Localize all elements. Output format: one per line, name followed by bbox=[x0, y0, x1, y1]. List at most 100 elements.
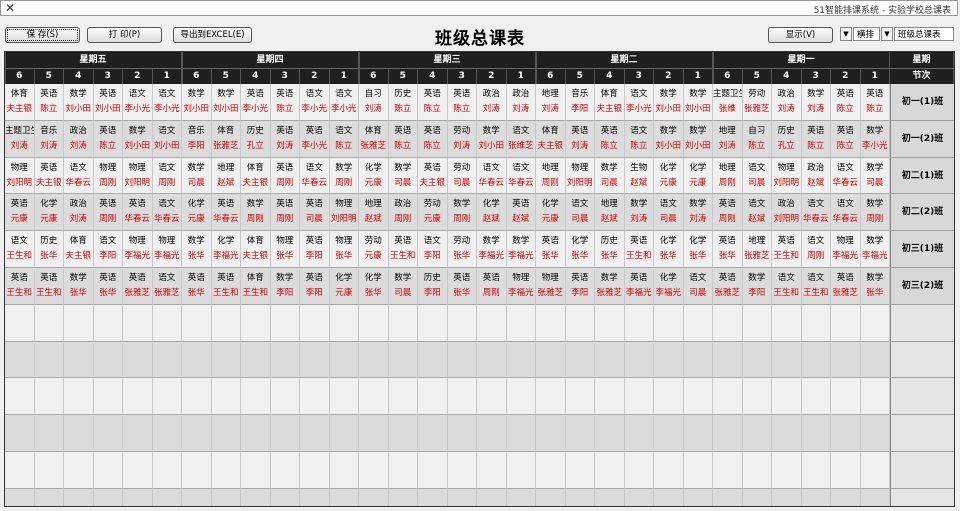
timetable-cell[interactable]: 语文 李阳 bbox=[93, 231, 123, 268]
timetable-cell[interactable]: 英语 陈立 bbox=[447, 84, 477, 121]
timetable-cell[interactable]: 地理 周刚 bbox=[713, 157, 743, 195]
class-row-header[interactable]: 初三(1)班 bbox=[890, 231, 954, 268]
timetable-cell[interactable]: 语文 华春云 bbox=[831, 194, 861, 232]
timetable-cell[interactable]: 语文 华春云 bbox=[152, 194, 182, 232]
timetable-cell[interactable] bbox=[388, 304, 418, 342]
timetable-cell[interactable] bbox=[34, 488, 64, 506]
timetable-cell[interactable]: 政治 刘涛 bbox=[477, 84, 507, 121]
timetable-cell[interactable]: 英语 周刚 bbox=[93, 194, 123, 232]
timetable-cell[interactable]: 语文 赵斌 bbox=[742, 194, 772, 232]
timetable-cell[interactable]: 地理 赵斌 bbox=[595, 194, 625, 232]
timetable-cell[interactable]: 英语 陈立 bbox=[388, 120, 418, 158]
timetable-cell[interactable]: 物理 李福光 bbox=[152, 231, 182, 268]
timetable-cell[interactable]: 英语 张雅芝 bbox=[831, 268, 861, 305]
timetable-cell[interactable]: 数学 刘小田 bbox=[654, 84, 684, 121]
class-row-header[interactable] bbox=[890, 488, 954, 506]
timetable-cell[interactable] bbox=[595, 304, 625, 342]
timetable-cell[interactable] bbox=[64, 452, 94, 489]
timetable-cell[interactable]: 英语 李福光 bbox=[624, 268, 654, 305]
timetable-cell[interactable]: 数学 刘涛 bbox=[801, 84, 831, 121]
chevron-down-icon[interactable]: ▼ bbox=[881, 27, 893, 41]
timetable-cell[interactable]: 语文 王生和 bbox=[801, 268, 831, 305]
timetable-cell[interactable]: 化学 元康 bbox=[182, 194, 212, 232]
timetable-cell[interactable] bbox=[5, 341, 35, 379]
timetable-cell[interactable]: 语文 周刚 bbox=[801, 231, 831, 268]
class-row-header[interactable]: 初二(1)班 bbox=[890, 157, 954, 195]
timetable-cell[interactable] bbox=[713, 378, 743, 416]
timetable-cell[interactable] bbox=[388, 452, 418, 489]
timetable-cell[interactable]: 语文 张维芝 bbox=[506, 120, 536, 158]
timetable-cell[interactable]: 物理 李福光 bbox=[506, 268, 536, 305]
timetable-cell[interactable]: 英语 周刚 bbox=[270, 194, 300, 232]
timetable-cell[interactable]: 英语 张华 bbox=[536, 231, 566, 268]
timetable-cell[interactable]: 语文 李小光 bbox=[624, 84, 654, 121]
layout-select[interactable]: 横排 bbox=[853, 27, 880, 41]
timetable-cell[interactable]: 体育 夫主银 bbox=[241, 231, 271, 268]
timetable-cell[interactable]: 化学 李福光 bbox=[654, 268, 684, 305]
timetable-cell[interactable]: 劳动 元康 bbox=[359, 231, 389, 268]
timetable-cell[interactable] bbox=[211, 378, 241, 416]
timetable-cell[interactable] bbox=[329, 378, 359, 416]
timetable-cell[interactable]: 语文 王生和 bbox=[5, 231, 35, 268]
timetable-cell[interactable]: 数学 司晨 bbox=[595, 157, 625, 195]
timetable-cell[interactable] bbox=[123, 378, 153, 416]
timetable-cell[interactable] bbox=[270, 378, 300, 416]
timetable-cell[interactable] bbox=[241, 341, 271, 379]
timetable-cell[interactable] bbox=[418, 341, 448, 379]
timetable-cell[interactable]: 语文 华春云 bbox=[506, 157, 536, 195]
timetable-cell[interactable]: 英语 李小光 bbox=[300, 120, 330, 158]
show-button[interactable]: 显示(V) bbox=[768, 27, 833, 43]
timetable-cell[interactable]: 政治 刘涛 bbox=[64, 120, 94, 158]
timetable-cell[interactable]: 英语 王生和 bbox=[5, 268, 35, 305]
timetable-cell[interactable] bbox=[241, 488, 271, 506]
timetable-cell[interactable]: 历史 孔立 bbox=[772, 120, 802, 158]
timetable-cell[interactable] bbox=[64, 415, 94, 452]
timetable-cell[interactable] bbox=[772, 341, 802, 379]
timetable-cell[interactable] bbox=[654, 341, 684, 379]
timetable-cell[interactable]: 政治 刘涛 bbox=[772, 84, 802, 121]
timetable-cell[interactable] bbox=[801, 452, 831, 489]
timetable-cell[interactable]: 体育 张雅芝 bbox=[211, 120, 241, 158]
timetable-cell[interactable] bbox=[742, 452, 772, 489]
timetable-cell[interactable]: 物理 李福光 bbox=[831, 231, 861, 268]
timetable-cell[interactable]: 数学 李福光 bbox=[506, 231, 536, 268]
timetable-cell[interactable]: 数学 刘小田 bbox=[211, 84, 241, 121]
timetable-cell[interactable]: 地理 刘涛 bbox=[713, 120, 743, 158]
timetable-cell[interactable] bbox=[831, 304, 861, 342]
timetable-cell[interactable]: 物理 张雅芝 bbox=[536, 268, 566, 305]
timetable-cell[interactable]: 主题卫生刘涛 bbox=[5, 120, 35, 158]
timetable-cell[interactable] bbox=[418, 415, 448, 452]
timetable-cell[interactable]: 数学 刘小田 bbox=[64, 84, 94, 121]
timetable-cell[interactable] bbox=[772, 452, 802, 489]
timetable-cell[interactable]: 物理 刘阳明 bbox=[772, 157, 802, 195]
timetable-cell[interactable] bbox=[418, 452, 448, 489]
timetable-cell[interactable]: 历史 陈立 bbox=[388, 84, 418, 121]
timetable-cell[interactable]: 劳动 张华 bbox=[447, 231, 477, 268]
timetable-cell[interactable]: 音乐 刘涛 bbox=[34, 120, 64, 158]
timetable-cell[interactable] bbox=[152, 415, 182, 452]
timetable-cell[interactable]: 化学 元康 bbox=[34, 194, 64, 232]
timetable-cell[interactable] bbox=[5, 378, 35, 416]
timetable-cell[interactable]: 体育 夫主银 bbox=[241, 157, 271, 195]
timetable-cell[interactable] bbox=[93, 415, 123, 452]
timetable-cell[interactable]: 英语 李阳 bbox=[300, 231, 330, 268]
timetable-cell[interactable]: 数学 司晨 bbox=[860, 157, 890, 195]
timetable-cell[interactable] bbox=[34, 341, 64, 379]
timetable-cell[interactable] bbox=[359, 341, 389, 379]
timetable-cell[interactable]: 语文 司晨 bbox=[742, 157, 772, 195]
timetable-cell[interactable] bbox=[93, 488, 123, 506]
timetable-cell[interactable] bbox=[211, 415, 241, 452]
timetable-cell[interactable] bbox=[64, 341, 94, 379]
timetable-cell[interactable] bbox=[683, 415, 713, 452]
timetable-cell[interactable] bbox=[359, 378, 389, 416]
timetable-cell[interactable] bbox=[270, 488, 300, 506]
timetable-cell[interactable] bbox=[93, 341, 123, 379]
timetable-cell[interactable]: 数学 刘涛 bbox=[624, 194, 654, 232]
timetable-cell[interactable]: 英语 陈立 bbox=[418, 84, 448, 121]
timetable-cell[interactable] bbox=[713, 304, 743, 342]
timetable-cell[interactable] bbox=[329, 452, 359, 489]
timetable-cell[interactable]: 英语 张华 bbox=[93, 268, 123, 305]
timetable-cell[interactable] bbox=[506, 341, 536, 379]
timetable-cell[interactable] bbox=[506, 378, 536, 416]
timetable-cell[interactable] bbox=[536, 488, 566, 506]
